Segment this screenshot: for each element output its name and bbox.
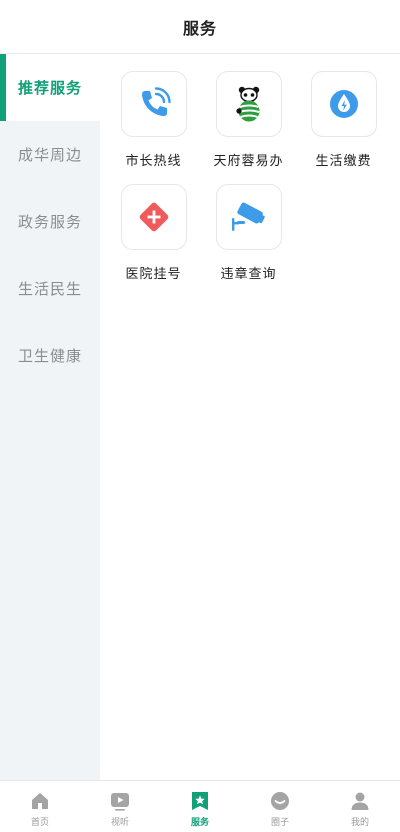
service-grid: 市长热线 天府蓉易办 生活缴费 医院挂号 违章查询 bbox=[100, 54, 400, 297]
tab-label: 视听 bbox=[110, 818, 129, 828]
service-tile-mayor-hotline[interactable]: 市长热线 bbox=[106, 71, 201, 184]
tab-label: 服务 bbox=[190, 818, 209, 828]
tab-profile[interactable]: 我的 bbox=[320, 781, 400, 832]
tab-media[interactable]: 视听 bbox=[80, 781, 160, 832]
phone-icon bbox=[141, 87, 171, 116]
sidebar-item-label: 生活民生 bbox=[17, 280, 82, 298]
service-tile-tianfu-rongyiban[interactable]: 天府蓉易办 bbox=[201, 71, 296, 184]
tab-home[interactable]: 首页 bbox=[0, 781, 80, 832]
user-icon bbox=[351, 792, 369, 810]
chat-icon bbox=[271, 792, 289, 810]
sidebar-item-label: 成华周边 bbox=[17, 146, 82, 164]
home-icon bbox=[32, 793, 48, 809]
tab-services[interactable]: 服务 bbox=[160, 781, 240, 832]
medical-cross-icon bbox=[139, 202, 168, 232]
service-label: 市长热线 bbox=[125, 154, 182, 169]
star-bookmark-icon bbox=[192, 792, 208, 810]
service-label: 生活缴费 bbox=[315, 154, 372, 169]
tab-label: 首页 bbox=[30, 818, 49, 828]
service-label: 违章查询 bbox=[220, 267, 277, 282]
tab-label: 圈子 bbox=[270, 818, 289, 828]
page-title: 服务 bbox=[182, 18, 217, 38]
service-label: 医院挂号 bbox=[125, 267, 182, 282]
sidebar-item-label: 政务服务 bbox=[17, 213, 82, 231]
sidebar-item-government[interactable]: 政务服务 bbox=[0, 188, 100, 255]
tab-label: 我的 bbox=[350, 818, 369, 828]
sidebar-item-health[interactable]: 卫生健康 bbox=[0, 322, 100, 389]
tab-circle[interactable]: 圈子 bbox=[240, 781, 320, 832]
sidebar-item-label: 卫生健康 bbox=[17, 347, 82, 365]
sidebar-item-chenghua-nearby[interactable]: 成华周边 bbox=[0, 121, 100, 188]
service-tile-violation-query[interactable]: 违章查询 bbox=[201, 184, 296, 297]
panda-icon bbox=[235, 86, 259, 122]
sidebar-item-recommended[interactable]: 推荐服务 bbox=[0, 54, 100, 121]
bottom-tab-bar: 首页 视听 服务 圈子 我的 bbox=[0, 780, 400, 832]
service-tile-utility-payment[interactable]: 生活缴费 bbox=[296, 71, 391, 184]
sidebar-item-livelihood[interactable]: 生活民生 bbox=[0, 255, 100, 322]
category-sidebar: 推荐服务 成华周边 政务服务 生活民生 卫生健康 bbox=[0, 54, 100, 780]
camera-icon bbox=[231, 202, 265, 231]
service-label: 天府蓉易办 bbox=[213, 154, 284, 169]
sidebar-item-label: 推荐服务 bbox=[17, 79, 82, 97]
water-drop-icon bbox=[329, 90, 358, 118]
video-icon bbox=[111, 793, 129, 811]
app-header: 服务 bbox=[0, 0, 400, 54]
service-tile-hospital-registration[interactable]: 医院挂号 bbox=[106, 184, 201, 297]
